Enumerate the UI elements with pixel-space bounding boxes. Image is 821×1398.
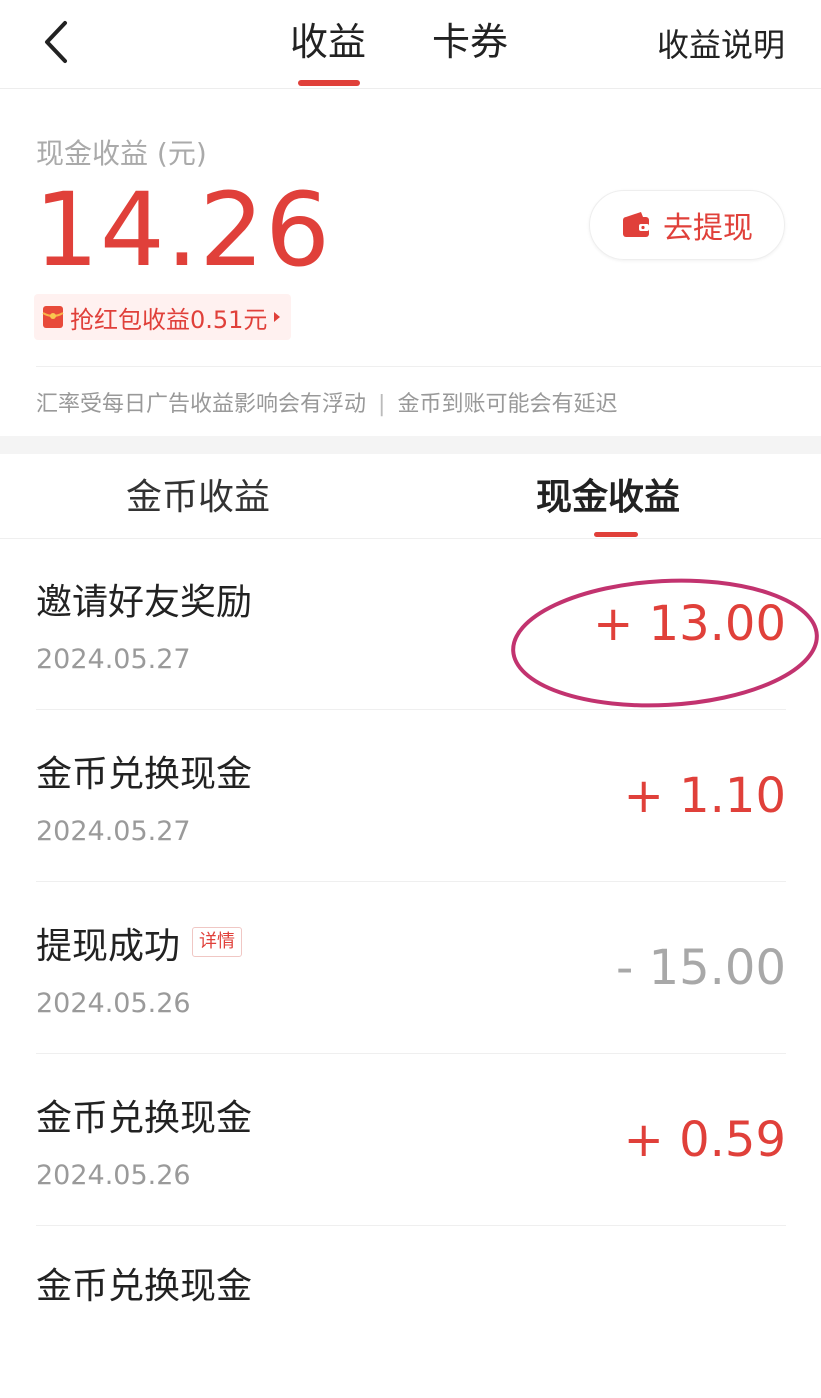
withdraw-button[interactable]: 去提现	[589, 190, 785, 260]
record-amount: - 15.00	[616, 940, 786, 996]
top-nav-bar: 收益 卡券 收益说明	[0, 0, 821, 89]
wallet-icon	[623, 212, 649, 237]
tab-cash-earnings[interactable]: 现金收益	[536, 470, 680, 526]
cash-earnings-label: 现金收益 (元)	[36, 137, 207, 170]
earnings-explanation-link[interactable]: 收益说明	[657, 22, 785, 68]
tab-coupons[interactable]: 卡券	[432, 14, 508, 70]
record-title-wrapper: 提现成功 详情	[36, 922, 243, 972]
active-subtab-indicator	[594, 532, 638, 537]
withdraw-label: 去提现	[663, 211, 753, 246]
earnings-page: 收益 卡券 收益说明 现金收益 (元) 14.26 去提现 抢红包收益0.51元…	[0, 0, 821, 1307]
notice-separator: |	[378, 392, 386, 417]
list-item[interactable]: 提现成功 详情 2024.05.26 - 15.00	[36, 882, 786, 1054]
chevron-left-icon	[45, 21, 67, 63]
cash-earnings-amount: 14.26	[34, 171, 332, 290]
summary-divider	[36, 366, 821, 367]
details-tag[interactable]: 详情	[192, 927, 243, 957]
tab-coin-earnings[interactable]: 金币收益	[126, 470, 270, 526]
list-item[interactable]: 金币兑换现金 2024.05.26 + 0.59	[36, 1054, 786, 1226]
notice-rate-text: 汇率受每日广告收益影响会有浮动	[36, 392, 367, 417]
active-tab-indicator	[298, 80, 360, 86]
record-title: 金币兑换现金	[36, 1266, 253, 1307]
exchange-rate-notice: 汇率受每日广告收益影响会有浮动 | 金币到账可能会有延迟	[36, 386, 617, 418]
red-envelope-earnings-text: 抢红包收益0.51元	[70, 305, 268, 334]
notice-delay-text: 金币到账可能会有延迟	[397, 392, 618, 417]
red-envelope-icon	[42, 306, 64, 328]
record-title: 提现成功	[36, 926, 181, 967]
tab-earnings[interactable]: 收益	[290, 14, 366, 70]
record-title: 金币兑换现金	[36, 1098, 253, 1139]
list-item[interactable]: 邀请好友奖励 2024.05.27 + 13.00	[36, 538, 786, 710]
earnings-type-tabs: 金币收益 现金收益	[0, 454, 821, 539]
list-item[interactable]: 金币兑换现金 2024.05.27 + 1.10	[36, 710, 786, 882]
caret-right-icon	[274, 312, 281, 322]
record-title: 金币兑换现金	[36, 754, 253, 795]
record-amount: + 1.10	[623, 768, 786, 824]
back-button[interactable]	[34, 14, 78, 70]
record-date: 2024.05.27	[36, 644, 191, 675]
section-separator	[0, 436, 821, 454]
record-title: 邀请好友奖励	[36, 582, 253, 623]
list-item[interactable]: 金币兑换现金	[36, 1226, 786, 1398]
record-date: 2024.05.26	[36, 988, 191, 1019]
record-amount: + 0.59	[623, 1112, 786, 1168]
record-amount: + 13.00	[593, 596, 786, 652]
red-envelope-earnings-badge[interactable]: 抢红包收益0.51元	[34, 294, 292, 340]
record-date: 2024.05.27	[36, 816, 191, 847]
record-date: 2024.05.26	[36, 1160, 191, 1191]
